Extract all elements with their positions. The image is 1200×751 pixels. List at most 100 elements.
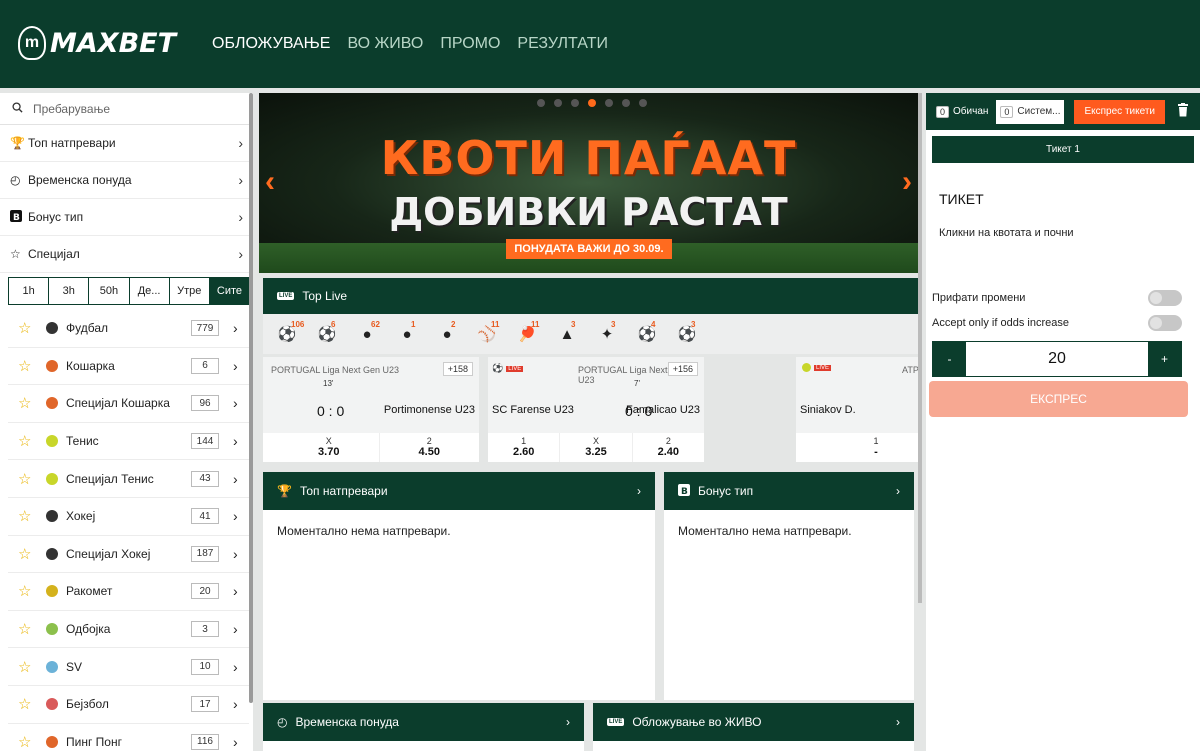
banner-dot[interactable] [605,99,613,107]
star-icon[interactable]: ☆ [18,695,46,713]
stake-plus-button[interactable]: + [1148,342,1181,376]
live-sport-icon[interactable]: ⚽ 6 [317,320,337,344]
star-icon[interactable]: ☆ [18,357,46,375]
logo[interactable]: m MAXBET [18,26,176,60]
odd-button[interactable]: X 3.25 [560,433,633,462]
star-icon[interactable]: ☆ [18,470,46,488]
sport-row[interactable]: ☆ Бејзбол 17 › [8,686,249,724]
sport-row[interactable]: ☆ Специјал Кошарка 96 › [8,385,249,423]
star-icon[interactable]: ☆ [18,319,46,337]
nav-results[interactable]: РЕЗУЛТАТИ [517,35,608,53]
sidebar-item-top-matches[interactable]: 🏆 Топ натпревари › [0,125,253,162]
odd-button[interactable]: 2 2.40 [633,433,704,462]
live-betting-header[interactable]: LIVE Обложување во ЖИВО › [593,703,914,741]
bonus-tip-header[interactable]: B Бонус тип › [664,472,914,510]
live-match-card[interactable]: PORTUGAL Liga Next Gen U23 13' +158 0 : … [263,357,479,462]
live-match-card[interactable]: LIVE ATP Siniakov D. 1- [796,357,918,462]
live-sport-icon[interactable]: ⚾ 11 [477,320,500,344]
ticket-1-tab[interactable]: Тикет 1 [932,136,1194,163]
sidebar-scrollbar[interactable] [249,93,253,703]
live-sport-icon[interactable]: ● 1 [397,320,417,344]
star-icon[interactable]: ☆ [18,507,46,525]
sport-name: Тенис [66,434,99,449]
time-filter-day[interactable]: Де... [129,278,170,304]
accept-increase-option: Accept only if odds increase [932,310,1182,335]
odd-label: 2 [426,436,432,446]
live-match-card[interactable]: ⚽ LIVE PORTUGAL Liga Next Gen U23 7' +15… [488,357,704,462]
sidebar-item-bonus-tip[interactable]: B Бонус тип › [0,199,253,236]
search-box[interactable]: Пребарување [0,93,253,125]
live-sport-icon[interactable]: ● 62 [357,320,379,344]
tab-normal[interactable]: 0 Обичан [932,100,992,124]
live-sport-icon[interactable]: 🏓 11 [517,320,540,344]
live-sport-icon[interactable]: ⚽ 106 [277,320,305,344]
match-minute: 7' [634,379,640,388]
svg-text:B: B [681,487,688,496]
banner-dot[interactable] [537,99,545,107]
more-markets-button[interactable]: +156 [667,362,698,376]
express-button[interactable]: ЕКСПРЕС [929,381,1188,417]
time-filter-3h[interactable]: 3h [49,278,90,304]
odd-button[interactable]: X 3.70 [279,433,380,462]
star-icon[interactable]: ☆ [18,394,46,412]
live-sport-icon[interactable]: ✦ 3 [597,320,617,344]
time-filter-all[interactable]: Сите [209,278,250,304]
banner-dot[interactable] [639,99,647,107]
sport-row[interactable]: ☆ Ракомет 20 › [8,573,249,611]
time-filter-1h[interactable]: 1h [9,278,50,304]
time-filter-50h[interactable]: 50h [89,278,130,304]
trash-icon[interactable] [1177,103,1189,120]
odd-button[interactable]: 1 2.60 [488,433,561,462]
sport-row[interactable]: ☆ Кошарка 6 › [8,348,249,386]
sport-row[interactable]: ☆ Специјал Тенис 43 › [8,460,249,498]
odd-button[interactable]: 2 4.50 [380,433,480,462]
tab-system[interactable]: 0 Систем... [996,99,1065,124]
banner-dot[interactable] [571,99,579,107]
accept-increase-toggle[interactable] [1148,314,1182,331]
tab-count: 0 [1000,105,1014,118]
sport-row[interactable]: ☆ Фудбал 779 › [8,310,249,348]
promo-banner[interactable]: КВОТИ ПАЃААТ ДОБИВКИ РАСТАТ ПОНУДАТА ВАЖ… [259,93,918,273]
express-tickets-button[interactable]: Експрес тикети [1074,99,1165,124]
banner-dot-active[interactable] [588,99,596,107]
odd-button[interactable]: 1- [796,433,918,462]
stake-input[interactable]: 20 [966,342,1148,376]
sidebar-item-special[interactable]: ☆ Специјал › [0,236,253,273]
live-sport-icon[interactable]: ⚽ 3 [677,320,697,344]
time-offer-header[interactable]: ◴ Временска понуда › [263,703,584,741]
live-sport-icon[interactable]: ▲ 3 [557,320,577,344]
sport-row[interactable]: ☆ Хокеј 41 › [8,498,249,536]
search-input[interactable]: Пребарување [33,102,110,116]
stake-minus-button[interactable]: - [933,342,966,376]
star-icon[interactable]: ☆ [18,545,46,563]
star-icon[interactable]: ☆ [18,620,46,638]
nav-promo[interactable]: ПРОМО [440,35,500,53]
star-icon[interactable]: ☆ [18,658,46,676]
more-markets-button[interactable]: +158 [442,362,473,376]
banner-dot[interactable] [622,99,630,107]
chevron-right-icon[interactable]: › [902,165,912,199]
star-icon[interactable]: ☆ [18,733,46,751]
top-matches-header[interactable]: 🏆 Топ натпревари › [263,472,655,510]
star-icon[interactable]: ☆ [18,432,46,450]
sport-row[interactable]: ☆ Одбојка 3 › [8,611,249,649]
nav-live[interactable]: ВО ЖИВО [347,35,423,53]
live-sport-icon[interactable]: ● 2 [437,320,457,344]
panel-title: Временска понуда [295,715,399,729]
nav-betting[interactable]: ОБЛОЖУВАЊЕ [212,35,330,53]
sport-row[interactable]: ☆ Специјал Хокеј 187 › [8,536,249,574]
time-filter-tomorrow[interactable]: Утре [169,278,210,304]
odd-label: X [592,436,599,446]
live-sport-icon[interactable]: ⚽ 4 [637,320,657,344]
chevron-right-icon: › [233,470,238,487]
sidebar-item-time-offer[interactable]: ◴ Временска понуда › [0,162,253,199]
accept-changes-toggle[interactable] [1148,289,1182,306]
center-scrollbar[interactable] [918,93,922,603]
sport-row[interactable]: ☆ SV 10 › [8,648,249,686]
sport-row[interactable]: ☆ Пинг Понг 116 › [8,724,249,751]
sport-live-count: 106 [291,320,305,329]
chevron-left-icon[interactable]: ‹ [265,165,275,199]
star-icon[interactable]: ☆ [18,582,46,600]
banner-dot[interactable] [554,99,562,107]
sport-row[interactable]: ☆ Тенис 144 › [8,423,249,461]
